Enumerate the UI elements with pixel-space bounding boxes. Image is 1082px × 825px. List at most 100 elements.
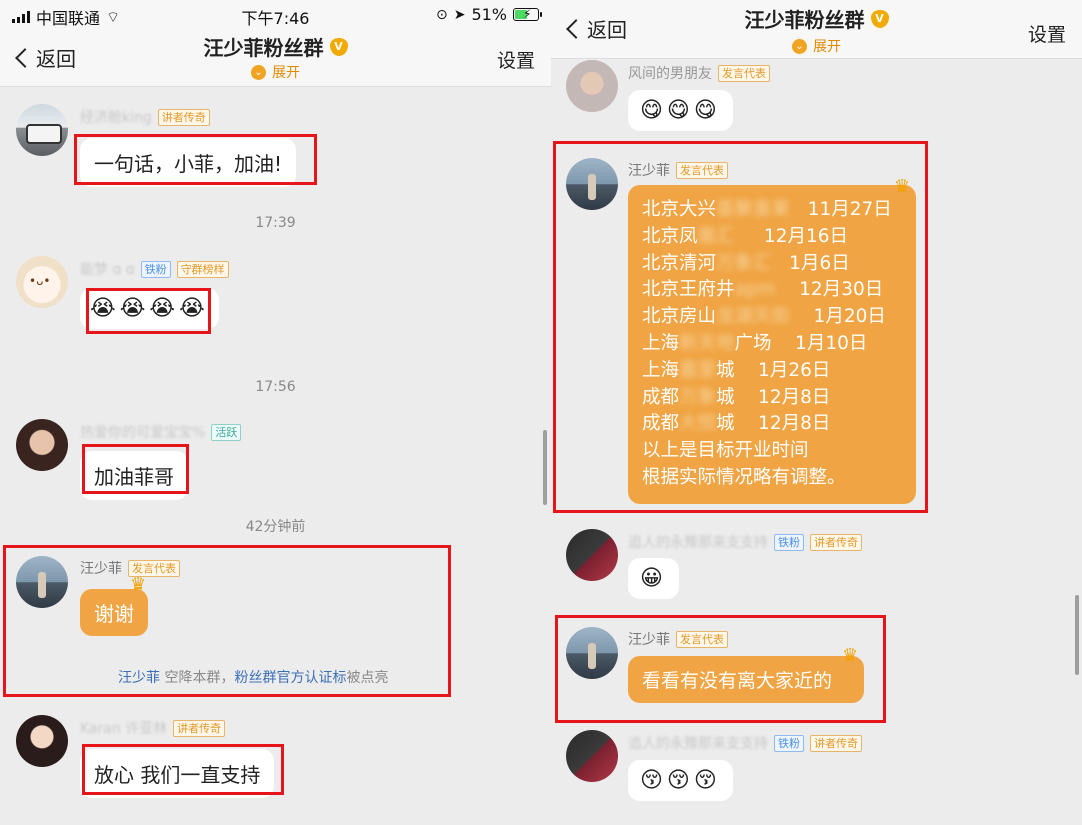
sender-name[interactable]: 经济舱king xyxy=(80,107,152,127)
sender-name[interactable]: 能梦 ɑ ɑ xyxy=(80,259,135,279)
fan-badge: 发言代表 xyxy=(718,64,770,82)
expand-button[interactable]: ⌄ 展开 xyxy=(551,36,1082,56)
schedule-date: 广场 1月10日 xyxy=(734,332,868,354)
message-bubble[interactable]: 😚😚😚 xyxy=(628,760,733,801)
schedule-location: 成都 xyxy=(642,386,680,408)
schedule-line: 上海新天地广场 1月10日 xyxy=(642,331,902,358)
battery-percent: 51% xyxy=(471,5,507,24)
fan-badge: 讲者传奇 xyxy=(157,108,210,126)
crown-icon: ♛ xyxy=(894,176,911,197)
battery-icon: ⚡ xyxy=(513,7,542,21)
sender-row: 能梦 ɑ ɑ 铁粉 守群榜样 xyxy=(80,259,229,279)
avatar[interactable] xyxy=(16,104,68,156)
sender-name[interactable]: 热爱你的可爱宝宝% xyxy=(80,422,205,442)
schedule-line: 北京清河万象汇 1月6日 xyxy=(642,251,902,278)
schedule-date: 12月16日 xyxy=(734,225,849,247)
sender-name[interactable]: 追人的永豫那来支支持 xyxy=(628,532,768,552)
group-title: 汪少菲粉丝群 V xyxy=(0,32,551,61)
schedule-location: 以上是目标开业时间 xyxy=(642,440,809,462)
schedule-location: 北京凤 xyxy=(642,225,698,247)
sender-name[interactable]: 追人的永豫那来支支持 xyxy=(628,733,768,753)
nav-bar: 返回 汪少菲粉丝群 V ⌄ 展开 设置 xyxy=(0,30,551,87)
schedule-location: 上海 xyxy=(642,332,680,354)
sender-name[interactable]: 汪少菲 xyxy=(80,558,122,578)
sender-row: 汪少菲 发言代表 xyxy=(628,629,728,649)
message-bubble[interactable]: 加油菲哥 xyxy=(80,451,188,500)
fan-badge: 守群榜样 xyxy=(176,260,229,278)
fan-badge: 发言代表 xyxy=(676,161,728,179)
blurred-text: 新天地 xyxy=(679,332,735,354)
message-bubble[interactable]: 一句话，小菲，加油! xyxy=(80,138,297,187)
message-bubble[interactable]: 看看有没有离大家近的 xyxy=(628,656,864,703)
timestamp: 42分钟前 xyxy=(245,519,306,535)
status-right: ⊙ ➤ 51% ⚡ xyxy=(436,5,542,24)
schedule-line: 根据实际情况略有调整。 xyxy=(642,465,902,492)
blurred-text: 嘉里 xyxy=(679,359,717,381)
sender-row: 追人的永豫那来支支持 铁粉 讲者传奇 xyxy=(628,733,862,753)
schedule-line: 北京凤凰汇 12月16日 xyxy=(642,224,902,251)
status-bar: 中国联通 ⌔ 下午7:46 ⊙ ➤ 51% ⚡ xyxy=(0,0,551,30)
system-link-badge[interactable]: 粉丝群官方认证标 xyxy=(234,670,346,686)
schedule-message-bubble[interactable]: 北京大兴荟聚喜莱 11月27日 北京凤凰汇 12月16日 北京清河万象汇 1月6日北… xyxy=(628,185,916,504)
sender-name[interactable]: 汪少菲 xyxy=(628,160,670,180)
blurred-text: 龙湖天街 xyxy=(716,306,791,328)
location-icon: ➤ xyxy=(453,6,466,23)
avatar[interactable] xyxy=(16,419,68,471)
sender-row: 经济舱king 讲者传奇 xyxy=(80,107,210,127)
sender-row: 热爱你的可爱宝宝% 活跃 xyxy=(80,422,242,442)
group-title-text: 汪少菲粉丝群 xyxy=(203,36,324,60)
chevron-down-icon: ⌄ xyxy=(251,64,266,80)
group-title: 汪少菲粉丝群 V xyxy=(551,4,1082,33)
blurred-text: 大悦 xyxy=(679,413,717,435)
schedule-location: 成都 xyxy=(642,413,680,435)
right-chat-screen: 返回 汪少菲粉丝群 V ⌄ 展开 设置 风间的男朋友 发言代表 😋😋😋 汪少菲 … xyxy=(551,0,1082,825)
scrollbar[interactable] xyxy=(543,430,547,505)
schedule-date: 1月6日 xyxy=(771,252,850,274)
sender-row: 汪少菲 发言代表 xyxy=(628,160,728,180)
settings-button[interactable]: 设置 xyxy=(497,46,535,73)
message-bubble[interactable]: 谢谢 xyxy=(80,589,148,636)
avatar[interactable] xyxy=(566,158,618,210)
blurred-text: 荟聚喜莱 xyxy=(716,199,791,220)
fan-badge: 讲者传奇 xyxy=(810,533,862,551)
message-bubble[interactable]: 放心 我们一直支持 xyxy=(80,749,275,798)
expand-button[interactable]: ⌄ 展开 xyxy=(0,62,551,82)
expand-label: 展开 xyxy=(813,39,841,55)
schedule-location: 北京清河 xyxy=(642,252,717,274)
message-bubble[interactable]: 😀 xyxy=(628,558,679,599)
message-bubble[interactable]: 😋😋😋 xyxy=(628,90,733,131)
scrollbar[interactable] xyxy=(1075,595,1079,675)
crown-icon: ♛ xyxy=(130,574,147,595)
avatar[interactable] xyxy=(566,60,618,112)
avatar[interactable] xyxy=(16,556,68,608)
fan-badge: 铁粉 xyxy=(774,734,804,752)
fan-badge: 讲者传奇 xyxy=(173,719,226,737)
settings-button[interactable]: 设置 xyxy=(1028,20,1066,47)
sender-name[interactable]: Karan 许亚林 xyxy=(80,718,167,738)
blurred-text: apm xyxy=(734,279,776,301)
sender-row: Karan 许亚林 讲者传奇 xyxy=(80,718,226,738)
schedule-date: 城 12月8日 xyxy=(716,413,831,435)
blurred-text: 万象 xyxy=(679,386,717,408)
sender-row: 追人的永豫那来支支持 铁粉 讲者传奇 xyxy=(628,532,862,552)
schedule-location: 根据实际情况略有调整。 xyxy=(642,466,846,488)
avatar[interactable] xyxy=(566,529,618,581)
blurred-text: 凰汇 xyxy=(697,225,735,247)
verified-badge-icon: V xyxy=(329,37,348,56)
sender-name[interactable]: 风间的男朋友 xyxy=(628,63,712,83)
nav-bar: 返回 汪少菲粉丝群 V ⌄ 展开 设置 xyxy=(551,0,1082,59)
left-chat-screen: 中国联通 ⌔ 下午7:46 ⊙ ➤ 51% ⚡ 返回 汪少菲粉丝群 V ⌄ 展开… xyxy=(0,0,551,825)
verified-badge-icon: V xyxy=(870,9,889,28)
avatar[interactable] xyxy=(16,715,68,767)
schedule-location: 北京大兴 xyxy=(642,199,717,220)
schedule-date: 12月30日 xyxy=(775,279,884,301)
schedule-line: 以上是目标开业时间 xyxy=(642,438,902,465)
system-link-name[interactable]: 汪少菲 xyxy=(118,670,160,686)
avatar[interactable] xyxy=(566,627,618,679)
sender-name[interactable]: 汪少菲 xyxy=(628,629,670,649)
sender-row: 风间的男朋友 发言代表 xyxy=(628,63,770,83)
avatar[interactable] xyxy=(16,256,68,308)
fan-badge: 铁粉 xyxy=(140,260,171,278)
message-bubble[interactable]: 😭😭😭😭 xyxy=(80,288,219,329)
avatar[interactable] xyxy=(566,730,618,782)
